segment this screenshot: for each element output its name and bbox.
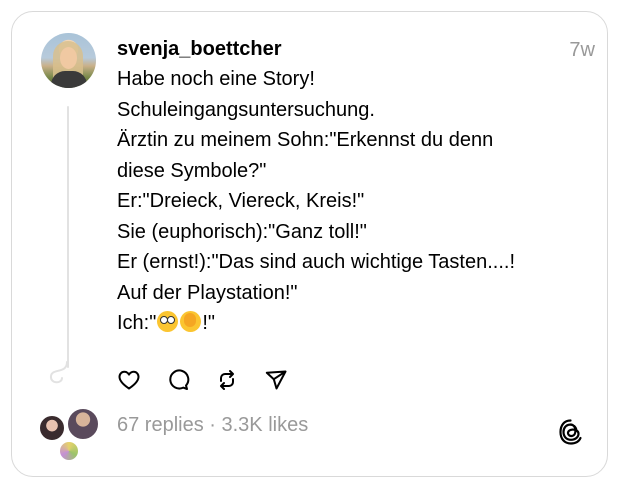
post-stats[interactable]: 67 replies · 3.3K likes bbox=[117, 414, 308, 437]
post-line: Er (ernst!):"Das sind auch wichtige Tast… bbox=[117, 251, 516, 273]
share-icon[interactable] bbox=[264, 368, 288, 392]
avatar bbox=[38, 414, 66, 442]
repost-icon[interactable] bbox=[215, 368, 239, 392]
threads-logo-icon[interactable] bbox=[558, 418, 584, 446]
action-bar bbox=[117, 368, 288, 392]
post-line: diese Symbole?" bbox=[117, 159, 267, 182]
comment-icon[interactable] bbox=[166, 368, 190, 392]
post-line-last: Ich:" !" bbox=[117, 308, 577, 339]
post-line-prefix: Ich:" bbox=[117, 312, 157, 334]
thread-curl-icon bbox=[49, 361, 68, 384]
post-line: Habe noch eine Story! bbox=[117, 68, 315, 90]
post-line: Ärztin zu meinem Sohn:"Erkennst du denn bbox=[117, 129, 494, 151]
flushed-face-icon bbox=[157, 311, 179, 332]
post-line: Sie (euphorisch):"Ganz toll!" bbox=[117, 220, 367, 243]
heart-icon[interactable] bbox=[117, 368, 141, 392]
post-line-suffix: !" bbox=[202, 312, 215, 334]
post-line: Schuleingangsuntersuchung. bbox=[117, 98, 375, 121]
post-line: Auf der Playstation!" bbox=[117, 281, 298, 304]
avatar bbox=[58, 440, 80, 462]
thread-line bbox=[67, 106, 69, 368]
author-username[interactable]: svenja_boettcher bbox=[117, 38, 282, 61]
post-timestamp[interactable]: 7w bbox=[569, 39, 595, 62]
author-avatar[interactable] bbox=[41, 33, 96, 88]
avatar bbox=[66, 407, 100, 441]
post-body: Habe noch eine Story! Schuleingangsunter… bbox=[117, 64, 577, 339]
reply-avatars[interactable] bbox=[38, 406, 100, 462]
face-with-hand-over-mouth-icon bbox=[180, 311, 202, 332]
post-line: Er:"Dreieck, Viereck, Kreis!" bbox=[117, 190, 365, 212]
